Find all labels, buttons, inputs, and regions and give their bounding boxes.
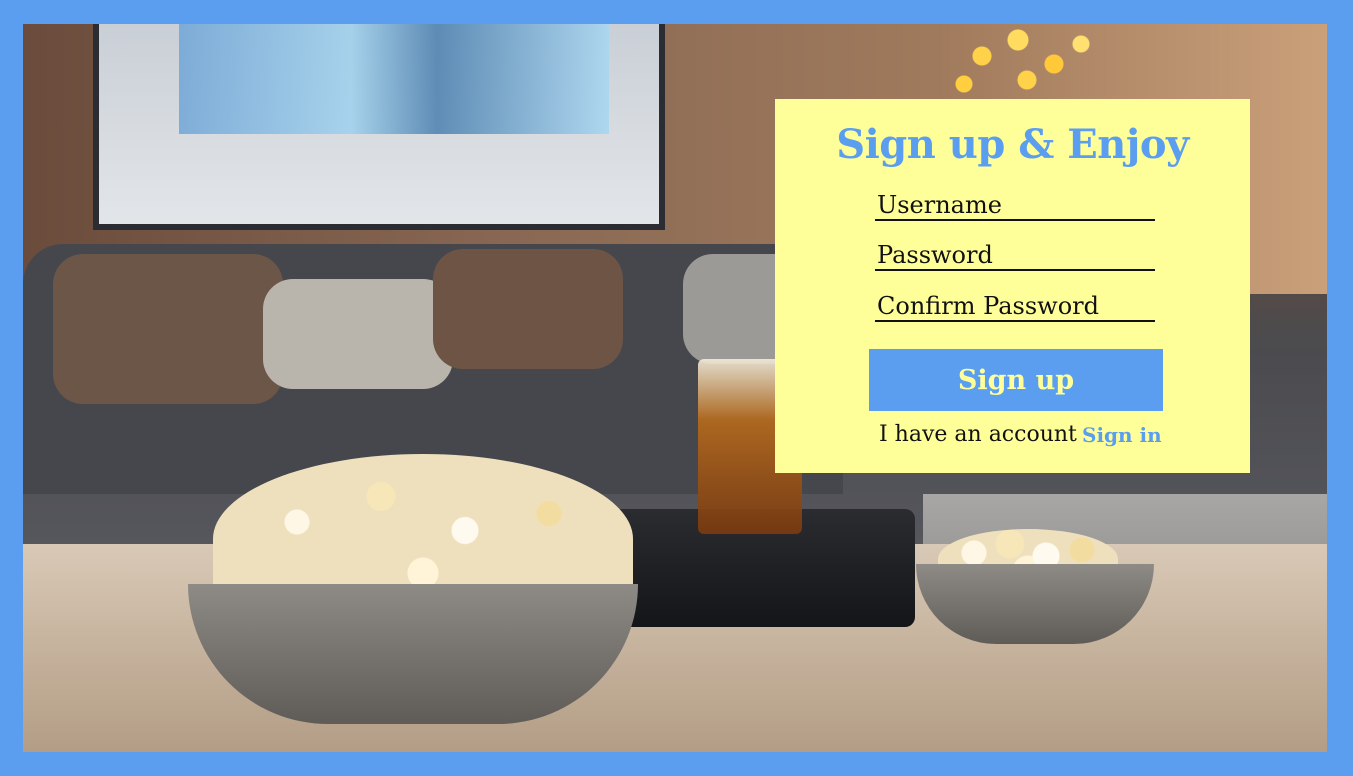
have-account-text: I have an account bbox=[879, 422, 1077, 447]
username-input[interactable] bbox=[875, 191, 1155, 221]
confirm-password-input[interactable] bbox=[875, 292, 1155, 322]
signup-title: Sign up & Enjoy bbox=[836, 121, 1189, 168]
cushion bbox=[53, 254, 283, 404]
cushion bbox=[433, 249, 623, 369]
signin-link[interactable]: Sign in bbox=[1082, 423, 1162, 447]
signup-card: Sign up & Enjoy Sign up I have an accoun… bbox=[775, 99, 1250, 473]
signup-button[interactable]: Sign up bbox=[869, 349, 1163, 411]
popcorn-bowl bbox=[188, 584, 638, 724]
cushion bbox=[263, 279, 453, 389]
projected-image bbox=[179, 24, 609, 134]
bokeh-lights bbox=[928, 24, 1108, 104]
projector-screen bbox=[93, 24, 665, 230]
password-input[interactable] bbox=[875, 241, 1155, 271]
